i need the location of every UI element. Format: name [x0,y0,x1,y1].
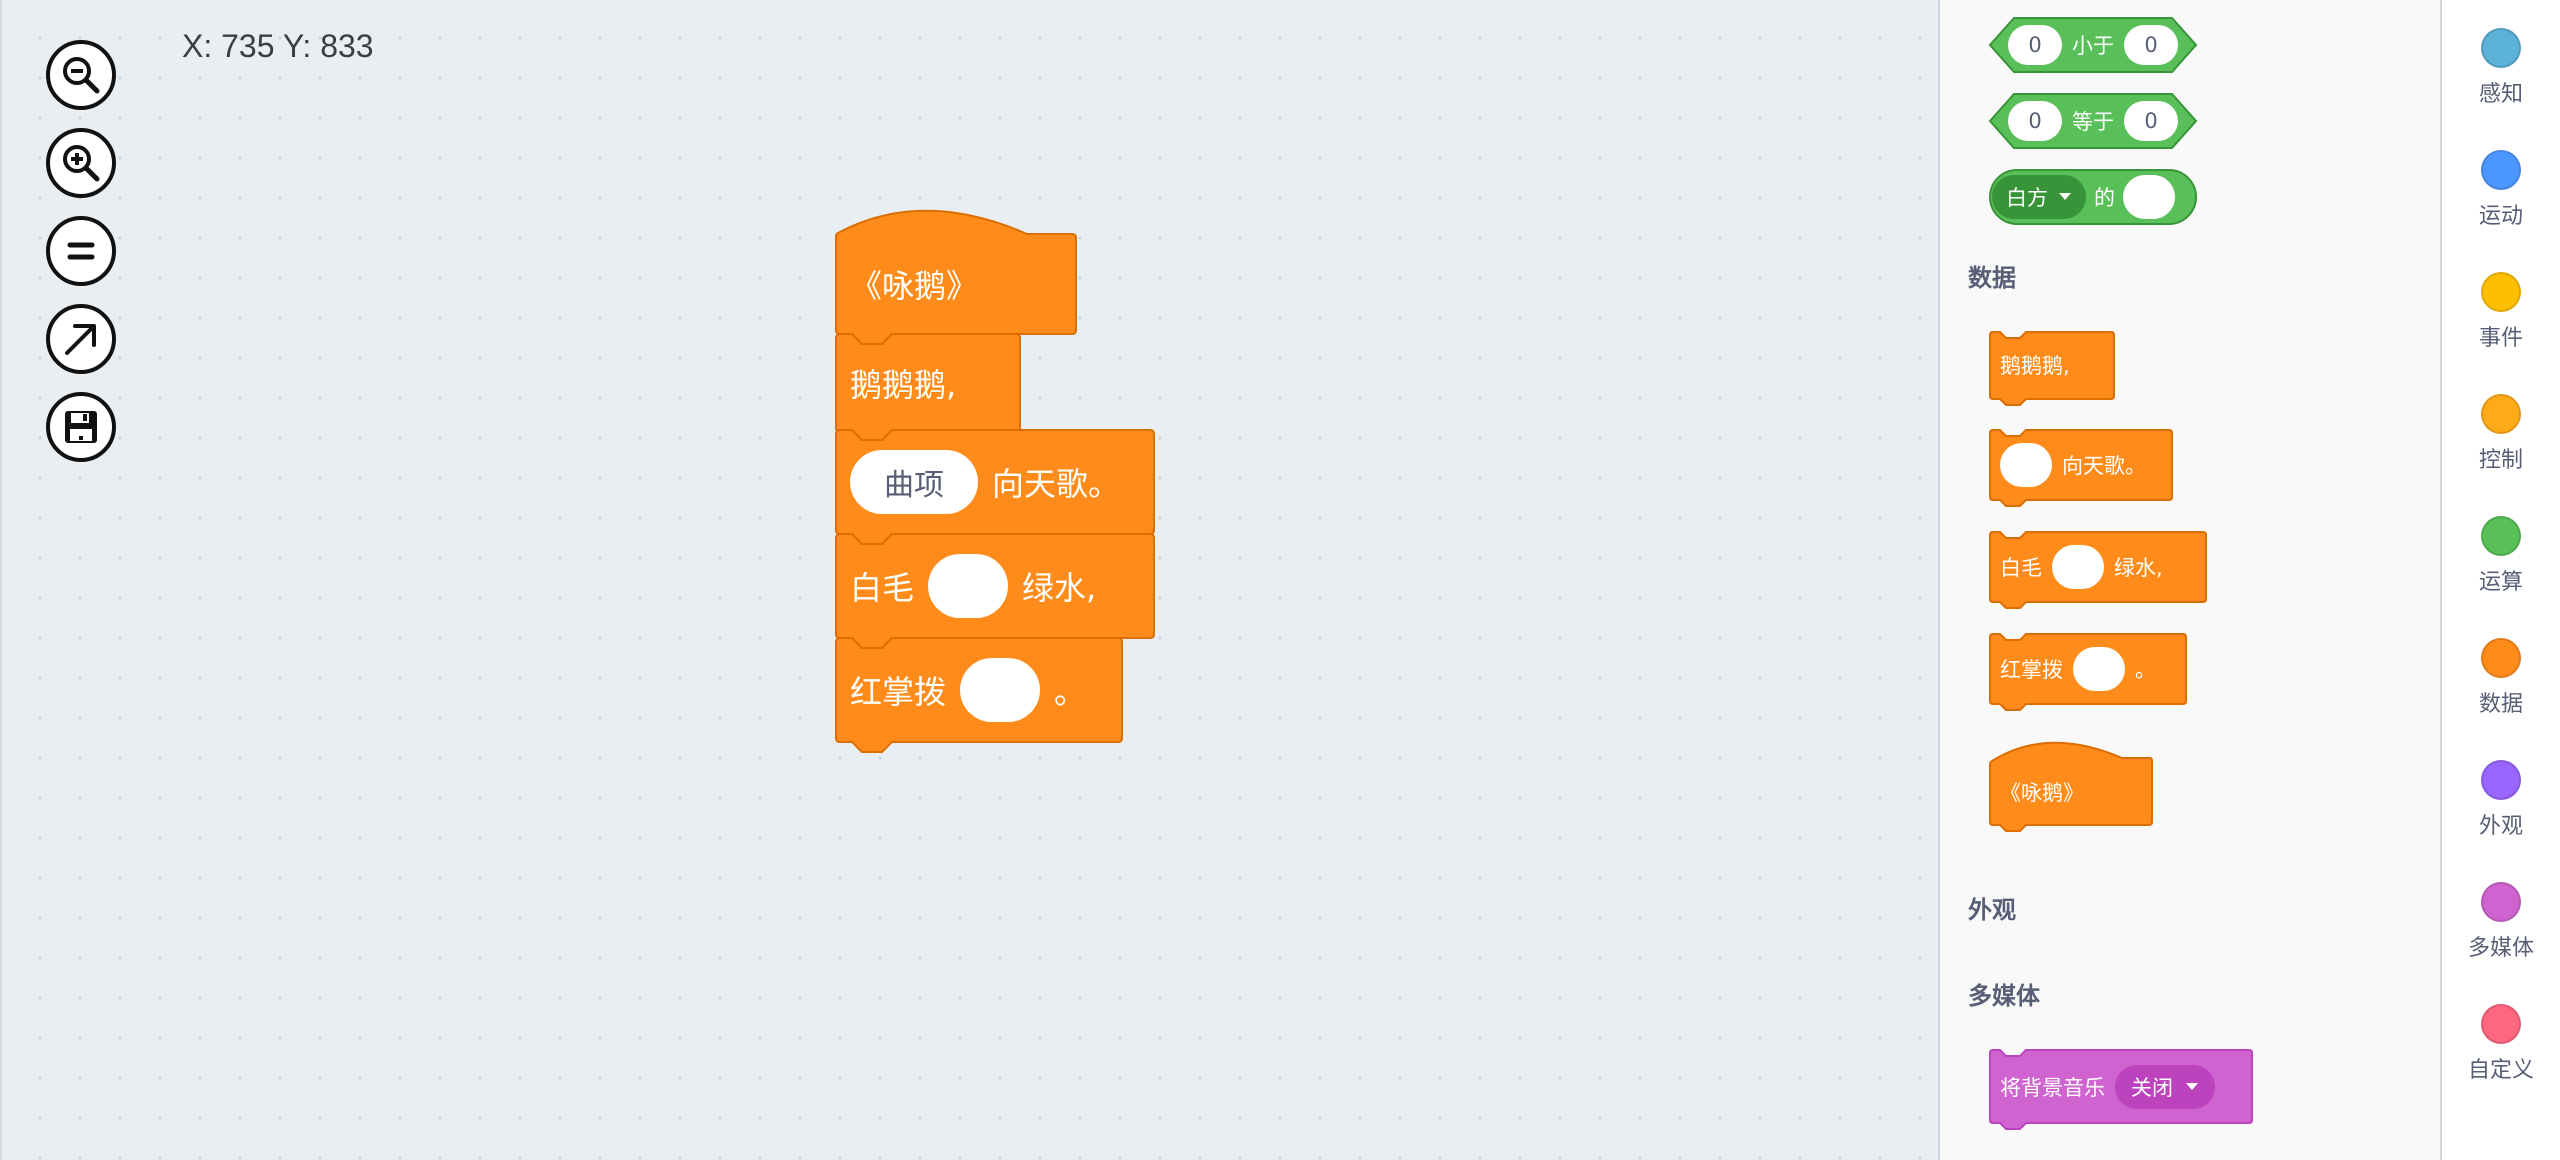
reset-zoom-button[interactable] [46,216,116,286]
palette-hat-block[interactable]: 《咏鹅》 [1988,734,2154,834]
music-state-value: 关闭 [2131,1075,2173,1100]
arrow-up-right-icon [65,324,96,355]
less-than-right-input[interactable]: 0 [2124,25,2178,65]
category-events[interactable]: 事件 [2442,272,2560,352]
text-block-line2[interactable]: 曲项 向天歌。 [832,428,1156,545]
palette-hat-label: 《咏鹅》 [2000,780,2084,805]
side-dropdown[interactable]: 白方 [1992,175,2086,219]
category-dot-data [2481,638,2521,678]
category-dot-custom [2481,1004,2521,1044]
palette-block-line1[interactable]: 鹅鹅鹅, [1988,330,2116,406]
section-heading-media: 多媒体 [1968,982,2040,1010]
category-dot-operators [2481,516,2521,556]
block-palette[interactable]: 0 小于 0 0 等于 0 白方 的 数据 鹅鹅鹅, 向天歌。 白毛 绿水, 红… [1938,0,2440,1160]
background-music-block[interactable]: 将背景音乐 关闭 [1988,1048,2254,1130]
category-label-custom: 自定义 [2467,1058,2534,1083]
zoom-in-button[interactable] [46,128,116,198]
line3-label-a: 白毛 [850,569,915,607]
script-workspace[interactable]: X: 735 Y: 833 《咏鹅》 鹅鹅鹅, 曲项 向天歌。 白毛 绿水, 红… [0,0,1938,1160]
palette-line2-label: 向天歌。 [2062,454,2146,478]
palette-block-line3[interactable]: 白毛 绿水, [1988,530,2208,609]
category-custom[interactable]: 自定义 [2442,1004,2560,1084]
less-than-label: 小于 [2072,34,2114,58]
equals-left-input[interactable]: 0 [2008,101,2062,141]
category-dot-events [2481,272,2521,312]
category-menu[interactable]: 感知 运动 事件 控制 运算 数据 外观 多媒体 自定义 [2440,0,2560,1160]
of-label: 的 [2094,186,2115,210]
palette-line4-input[interactable] [2073,647,2125,691]
line4-label-a: 红掌拨 [850,673,947,711]
music-state-dropdown[interactable]: 关闭 [2115,1064,2215,1109]
category-dot-media [2481,882,2521,922]
hat-block-title[interactable]: 《咏鹅》 [832,200,1077,345]
category-operators[interactable]: 运算 [2442,516,2560,596]
category-sensing[interactable]: 感知 [2442,28,2560,108]
zoom-in-icon [63,145,100,182]
palette-line3-label-a: 白毛 [2000,556,2042,580]
property-input[interactable] [2123,175,2175,219]
category-label-data: 数据 [2478,692,2523,717]
category-motion[interactable]: 运动 [2442,150,2560,230]
dropdown-arrow-icon [2059,193,2071,200]
line3-label-b: 绿水, [1022,569,1097,607]
line2-label: 向天歌。 [992,465,1121,503]
line3-input[interactable] [928,554,1009,618]
side-dropdown-value: 白方 [2006,186,2048,210]
category-dot-control [2481,394,2521,434]
section-heading-looks: 外观 [1968,896,2016,924]
category-label-operators: 运算 [2478,570,2523,595]
category-data[interactable]: 数据 [2442,638,2560,718]
zoom-out-button[interactable] [46,40,116,110]
property-of-block[interactable]: 白方 的 [1988,168,2198,226]
expand-button[interactable] [46,304,116,374]
category-label-events: 事件 [2478,326,2523,351]
palette-block-line4[interactable]: 红掌拨 。 [1988,632,2188,711]
equals-label: 等于 [2072,110,2114,134]
category-label-motion: 运动 [2478,204,2523,229]
category-label-looks: 外观 [2478,814,2523,839]
equals-right-input[interactable]: 0 [2124,101,2178,141]
category-label-control: 控制 [2478,448,2523,473]
equals-icon [67,242,95,260]
line4-label-b: 。 [1054,673,1087,711]
category-media[interactable]: 多媒体 [2442,882,2560,962]
palette-line4-label-b: 。 [2135,658,2156,682]
palette-line3-input[interactable] [2052,545,2104,589]
line1-label: 鹅鹅鹅, [850,366,957,404]
zoom-out-icon [63,57,100,94]
category-label-media: 多媒体 [2467,936,2534,961]
category-control[interactable]: 控制 [2442,394,2560,474]
palette-line1-label: 鹅鹅鹅, [2000,354,2070,378]
palette-line2-input[interactable] [2000,443,2052,487]
save-button[interactable] [46,392,116,462]
category-dot-looks [2481,760,2521,800]
operator-equals-block[interactable]: 0 等于 0 [1988,92,2198,150]
line4-input[interactable] [960,658,1041,722]
dropdown-arrow-icon [2186,1082,2198,1090]
category-dot-motion [2481,150,2521,190]
palette-block-line2[interactable]: 向天歌。 [1988,428,2174,507]
background-music-label: 将背景音乐 [2000,1075,2105,1100]
hat-block-label: 《咏鹅》 [850,267,979,305]
text-block-line1[interactable]: 鹅鹅鹅, [832,332,1022,443]
floppy-disk-icon [65,411,97,443]
palette-line4-label-a: 红掌拨 [2000,658,2063,682]
text-block-line4[interactable]: 红掌拨 。 [832,636,1124,756]
operator-less-than-block[interactable]: 0 小于 0 [1988,16,2198,74]
category-dot-sensing [2481,28,2521,68]
palette-line3-label-b: 绿水, [2114,556,2163,580]
coordinate-readout: X: 735 Y: 833 [182,28,374,64]
section-heading-data: 数据 [1968,264,2016,292]
line2-input[interactable]: 曲项 [850,450,978,514]
category-label-sensing: 感知 [2478,82,2523,107]
less-than-left-input[interactable]: 0 [2008,25,2062,65]
category-looks[interactable]: 外观 [2442,760,2560,840]
text-block-line3[interactable]: 白毛 绿水, [832,532,1156,649]
